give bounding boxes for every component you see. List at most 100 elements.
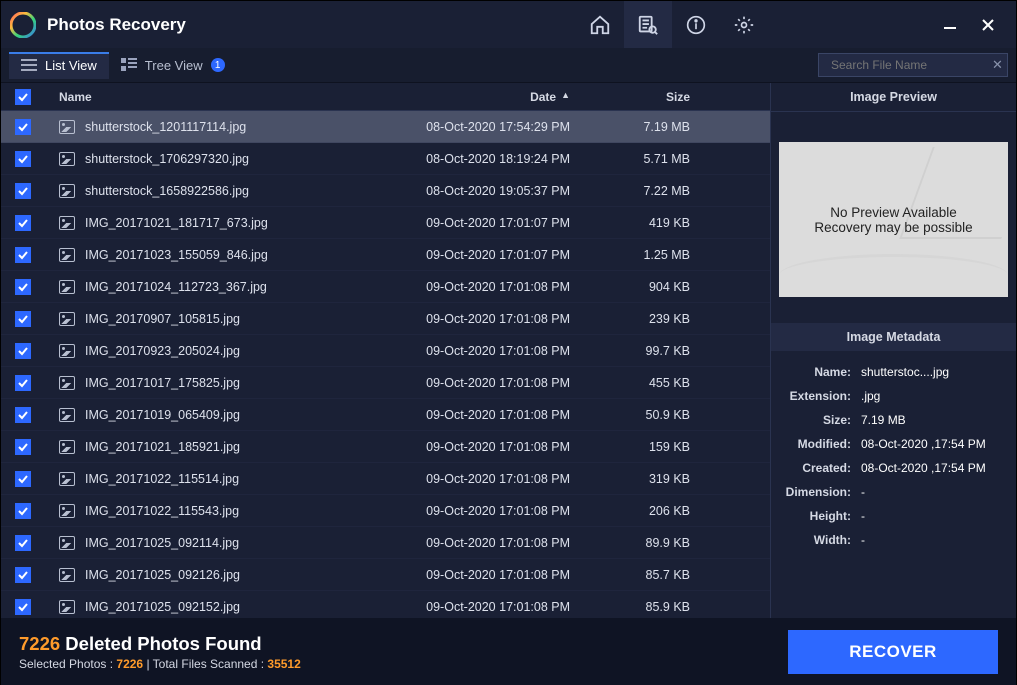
file-date: 09-Oct-2020 17:01:08 PM [380,376,600,390]
file-size: 85.9 KB [600,600,710,614]
metadata-width: - [861,533,1006,547]
row-checkbox[interactable] [15,407,31,423]
column-header-name[interactable]: Name [45,90,380,104]
file-size: 159 KB [600,440,710,454]
table-row[interactable]: IMG_20170923_205024.jpg 09-Oct-2020 17:0… [1,335,770,367]
summary-headline: 7226 Deleted Photos Found [19,633,301,655]
file-name: IMG_20171025_092114.jpg [85,536,239,550]
row-checkbox[interactable] [15,503,31,519]
table-row[interactable]: IMG_20171025_092152.jpg 09-Oct-2020 17:0… [1,591,770,618]
table-row[interactable]: IMG_20171017_175825.jpg 09-Oct-2020 17:0… [1,367,770,399]
image-file-icon [59,344,75,358]
close-button[interactable] [976,13,1000,37]
column-header-date[interactable]: Date▲ [380,90,600,104]
row-checkbox[interactable] [15,215,31,231]
file-name: IMG_20171021_181717_673.jpg [85,216,268,230]
row-checkbox[interactable] [15,183,31,199]
home-button[interactable] [576,1,624,48]
metadata-extension: .jpg [861,389,1006,403]
file-size: 319 KB [600,472,710,486]
app-title: Photos Recovery [47,15,186,35]
tab-tree-view-label: Tree View [145,58,203,73]
row-checkbox[interactable] [15,599,31,615]
file-date: 09-Oct-2020 17:01:08 PM [380,344,600,358]
search-input[interactable] [831,58,986,72]
metadata-name: shutterstoc....jpg [861,365,1006,379]
file-name: IMG_20171025_092126.jpg [85,568,240,582]
row-checkbox[interactable] [15,247,31,263]
tab-tree-view[interactable]: Tree View 1 [109,52,237,79]
row-checkbox[interactable] [15,471,31,487]
tab-list-view-label: List View [45,58,97,73]
column-header-size[interactable]: Size [600,90,710,104]
file-size: 1.25 MB [600,248,710,262]
table-row[interactable]: IMG_20171025_092114.jpg 09-Oct-2020 17:0… [1,527,770,559]
file-date: 09-Oct-2020 17:01:08 PM [380,600,600,614]
row-checkbox[interactable] [15,343,31,359]
file-date: 08-Oct-2020 18:19:24 PM [380,152,600,166]
file-size: 50.9 KB [600,408,710,422]
row-checkbox[interactable] [15,311,31,327]
table-row[interactable]: IMG_20171022_115514.jpg 09-Oct-2020 17:0… [1,463,770,495]
table-row[interactable]: IMG_20171022_115543.jpg 09-Oct-2020 17:0… [1,495,770,527]
row-checkbox[interactable] [15,279,31,295]
file-name: IMG_20171025_092152.jpg [85,600,240,614]
file-size: 904 KB [600,280,710,294]
table-row[interactable]: IMG_20171021_185921.jpg 09-Oct-2020 17:0… [1,431,770,463]
table-row[interactable]: IMG_20171019_065409.jpg 09-Oct-2020 17:0… [1,399,770,431]
metadata-size: 7.19 MB [861,413,1006,427]
file-size: 5.71 MB [600,152,710,166]
file-list[interactable]: Name Date▲ Size shutterstock_1201117114.… [1,83,770,618]
tree-view-badge: 1 [211,58,225,72]
metadata-created: 08-Oct-2020 ,17:54 PM [861,461,1006,475]
table-row[interactable]: IMG_20170907_105815.jpg 09-Oct-2020 17:0… [1,303,770,335]
info-button[interactable] [672,1,720,48]
file-name: shutterstock_1658922586.jpg [85,184,249,198]
file-date: 09-Oct-2020 17:01:08 PM [380,536,600,550]
settings-button[interactable] [720,1,768,48]
table-row[interactable]: IMG_20171023_155059_846.jpg 09-Oct-2020 … [1,239,770,271]
file-name: IMG_20171022_115543.jpg [85,504,239,518]
file-size: 99.7 KB [600,344,710,358]
row-checkbox[interactable] [15,119,31,135]
table-row[interactable]: shutterstock_1201117114.jpg 08-Oct-2020 … [1,111,770,143]
table-row[interactable]: IMG_20171025_092126.jpg 09-Oct-2020 17:0… [1,559,770,591]
image-preview-header: Image Preview [771,83,1016,112]
file-date: 09-Oct-2020 17:01:08 PM [380,280,600,294]
image-file-icon [59,376,75,390]
metadata-dimension: - [861,485,1006,499]
scan-results-button[interactable] [624,1,672,48]
table-row[interactable]: IMG_20171024_112723_367.jpg 09-Oct-2020 … [1,271,770,303]
image-file-icon [59,152,75,166]
table-row[interactable]: IMG_20171021_181717_673.jpg 09-Oct-2020 … [1,207,770,239]
row-checkbox[interactable] [15,535,31,551]
table-row[interactable]: shutterstock_1658922586.jpg 08-Oct-2020 … [1,175,770,207]
image-file-icon [59,440,75,454]
file-name: IMG_20171019_065409.jpg [85,408,240,422]
file-size: 455 KB [600,376,710,390]
preview-thumbnail: No Preview Available Recovery may be pos… [779,142,1008,297]
preview-msg1: No Preview Available [830,205,957,220]
tab-list-view[interactable]: List View [9,52,109,79]
image-metadata-header: Image Metadata [771,323,1016,351]
row-checkbox[interactable] [15,439,31,455]
file-date: 09-Oct-2020 17:01:08 PM [380,408,600,422]
recover-button[interactable]: RECOVER [788,630,998,674]
search-clear-button[interactable]: ✕ [992,57,1003,73]
minimize-button[interactable] [938,13,962,37]
file-date: 09-Oct-2020 17:01:08 PM [380,568,600,582]
image-file-icon [59,408,75,422]
file-size: 419 KB [600,216,710,230]
image-file-icon [59,216,75,230]
file-name: IMG_20171023_155059_846.jpg [85,248,268,262]
file-name: IMG_20170907_105815.jpg [85,312,240,326]
search-box[interactable]: ✕ [818,53,1008,77]
table-row[interactable]: shutterstock_1706297320.jpg 08-Oct-2020 … [1,143,770,175]
bottom-bar: 7226 Deleted Photos Found Selected Photo… [1,618,1016,685]
side-panel: Image Preview No Preview Available Recov… [770,83,1016,618]
row-checkbox[interactable] [15,375,31,391]
row-checkbox[interactable] [15,567,31,583]
select-all-checkbox[interactable] [15,89,31,105]
file-name: IMG_20171017_175825.jpg [85,376,240,390]
row-checkbox[interactable] [15,151,31,167]
